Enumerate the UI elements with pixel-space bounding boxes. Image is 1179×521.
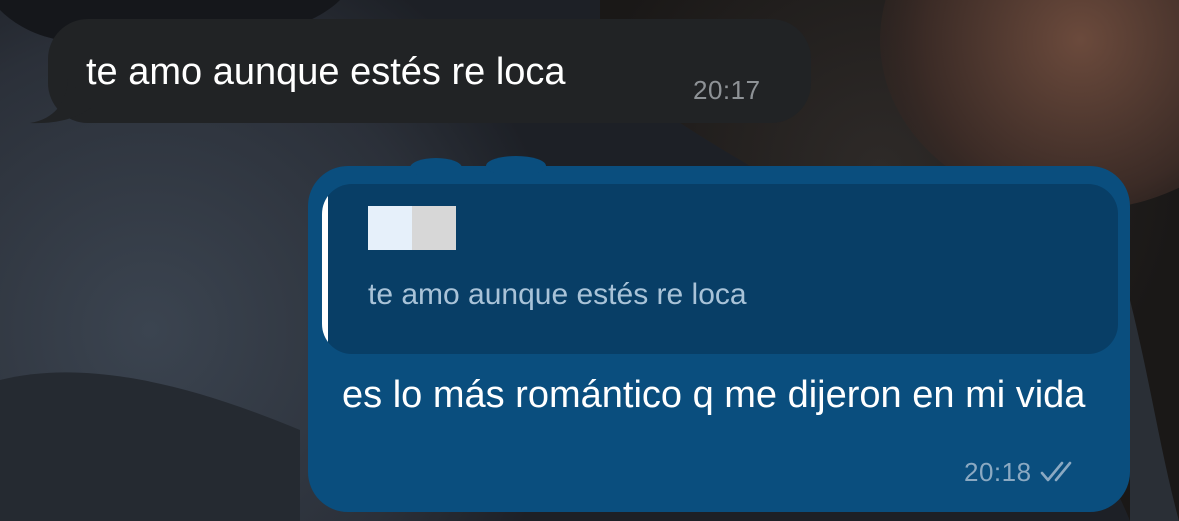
double-check-read-icon xyxy=(1040,461,1071,482)
chat-background: te amo aunque estés re loca 20:17 te amo… xyxy=(0,0,1179,521)
reply-accent-bar xyxy=(322,184,328,354)
outgoing-message-meta: 20:18 xyxy=(964,456,1078,488)
reply-quote-text: te amo aunque estés re loca xyxy=(368,278,747,311)
outgoing-message-text: es lo más romántico q me dijeron en mi v… xyxy=(342,374,1086,416)
incoming-message-time: 20:17 xyxy=(693,75,761,105)
redaction-block xyxy=(412,206,456,250)
outgoing-message-time: 20:18 xyxy=(964,457,1032,487)
incoming-message-bubble[interactable]: te amo aunque estés re loca 20:17 xyxy=(30,19,811,124)
bubble-edge-artifact xyxy=(410,156,546,178)
incoming-message-text: te amo aunque estés re loca xyxy=(86,51,566,93)
outgoing-message-bubble[interactable]: te amo aunque estés re loca es lo más ro… xyxy=(308,156,1130,512)
reply-author-redacted xyxy=(368,206,456,250)
reply-preview[interactable]: te amo aunque estés re loca xyxy=(322,184,1118,354)
redaction-block xyxy=(368,206,412,250)
